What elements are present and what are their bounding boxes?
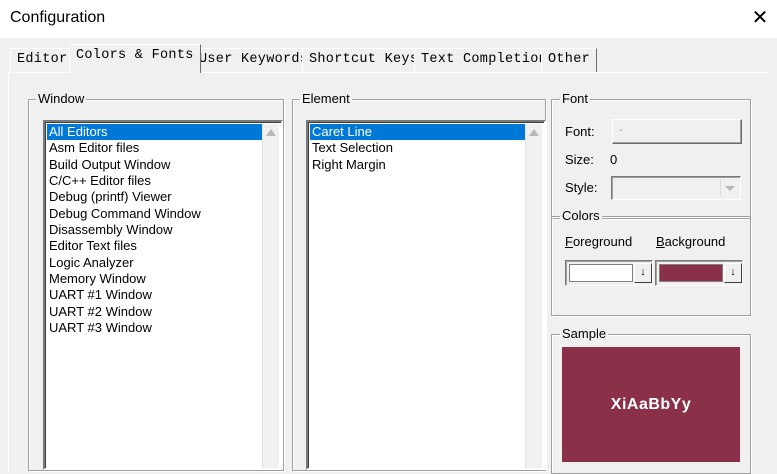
- foreground-label: Foreground: [565, 234, 633, 249]
- background-color-picker[interactable]: ↓: [655, 260, 743, 286]
- list-item[interactable]: All Editors: [47, 124, 263, 140]
- sample-group-label: Sample: [560, 326, 609, 341]
- list-item[interactable]: UART #2 Window: [47, 304, 263, 320]
- list-item[interactable]: C/C++ Editor files: [47, 173, 263, 189]
- style-dropdown-button[interactable]: [720, 179, 738, 197]
- scroll-up-icon[interactable]: [266, 129, 276, 136]
- list-item[interactable]: UART #1 Window: [47, 287, 263, 303]
- window-listbox[interactable]: All Editors Asm Editor files Build Outpu…: [43, 120, 283, 470]
- font-button[interactable]: -: [612, 119, 742, 144]
- list-item[interactable]: Memory Window: [47, 271, 263, 287]
- window-title: Configuration: [10, 9, 106, 26]
- scroll-up-icon[interactable]: [529, 129, 539, 136]
- list-item[interactable]: Debug (printf) Viewer: [47, 189, 263, 205]
- list-item[interactable]: Logic Analyzer: [47, 255, 263, 271]
- window-group-label: Window: [36, 91, 87, 106]
- size-value: 0: [610, 152, 618, 167]
- tab-text-completion[interactable]: Text Completion: [414, 48, 555, 72]
- list-item[interactable]: UART #3 Window: [47, 320, 263, 336]
- arrow-down-icon: ↓: [640, 266, 646, 278]
- element-listbox[interactable]: Caret Line Text Selection Right Margin: [306, 120, 546, 470]
- title-bar: [0, 0, 777, 38]
- arrow-down-icon: ↓: [730, 266, 736, 278]
- list-item[interactable]: Asm Editor files: [47, 140, 263, 156]
- list-item[interactable]: Text Selection: [310, 140, 526, 156]
- tab-colors-fonts[interactable]: Colors & Fonts: [69, 44, 201, 73]
- background-swatch: [659, 264, 723, 282]
- list-item[interactable]: Caret Line: [310, 124, 526, 140]
- window-list-scrollbar[interactable]: [262, 124, 279, 468]
- sample-preview: XiAaBbYy: [562, 347, 740, 462]
- list-item[interactable]: Disassembly Window: [47, 222, 263, 238]
- element-list-scrollbar[interactable]: [525, 124, 542, 468]
- style-label: Style:: [565, 180, 598, 195]
- background-label: Background: [656, 234, 726, 249]
- list-item[interactable]: Build Output Window: [47, 157, 263, 173]
- tab-shortcut-keys[interactable]: Shortcut Keys: [302, 48, 426, 72]
- list-item[interactable]: Debug Command Window: [47, 206, 263, 222]
- list-item[interactable]: Right Margin: [310, 157, 526, 173]
- background-dropdown-button[interactable]: ↓: [724, 263, 742, 283]
- element-group-label: Element: [300, 91, 352, 106]
- tab-editor[interactable]: Editor: [10, 48, 75, 72]
- close-icon[interactable]: ✕: [748, 6, 772, 30]
- list-item[interactable]: Editor Text files: [47, 238, 263, 254]
- chevron-down-icon: [725, 186, 735, 191]
- style-dropdown[interactable]: [611, 176, 741, 200]
- font-group-label: Font: [560, 91, 591, 106]
- tab-other[interactable]: Other: [541, 48, 598, 72]
- foreground-swatch: [569, 264, 633, 282]
- colors-group-label: Colors: [560, 208, 602, 223]
- foreground-color-picker[interactable]: ↓: [565, 260, 653, 286]
- size-label: Size:: [565, 152, 594, 167]
- tab-user-keywords[interactable]: User Keywords: [192, 48, 316, 72]
- font-label: Font:: [565, 124, 595, 139]
- sample-text: XiAaBbYy: [610, 395, 692, 413]
- foreground-dropdown-button[interactable]: ↓: [634, 263, 652, 283]
